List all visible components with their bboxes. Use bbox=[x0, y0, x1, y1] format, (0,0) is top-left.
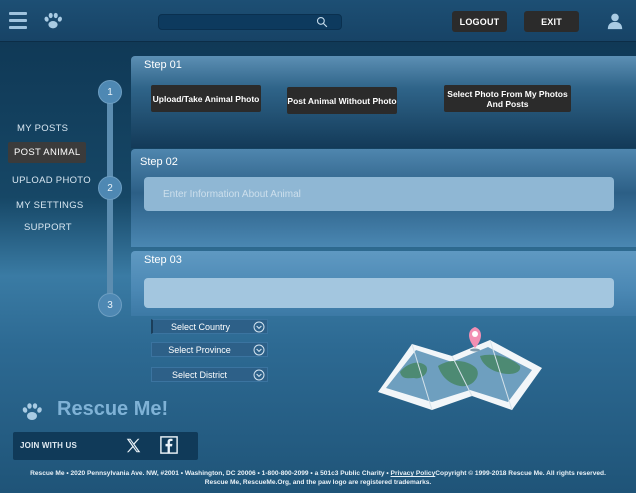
location-input[interactable] bbox=[144, 278, 614, 308]
map-illustration bbox=[378, 327, 542, 411]
privacy-policy-link[interactable]: Privacy Policy bbox=[391, 470, 436, 477]
chevron-down-icon bbox=[253, 369, 265, 381]
search-input[interactable] bbox=[165, 16, 305, 29]
step-indicator-1: 1 bbox=[98, 80, 122, 104]
user-icon[interactable] bbox=[606, 12, 624, 30]
province-select-label: Select Province bbox=[168, 344, 231, 355]
search-bar bbox=[158, 14, 342, 30]
step-02-title: Step 02 bbox=[140, 156, 178, 168]
x-twitter-icon[interactable] bbox=[125, 437, 142, 454]
search-icon[interactable] bbox=[316, 16, 328, 28]
step-indicator-3: 3 bbox=[98, 293, 122, 317]
top-bar: LOGOUT EXIT bbox=[0, 0, 636, 42]
sidebar-item-post-animal[interactable]: POST ANIMAL bbox=[8, 142, 87, 163]
country-select-label: Select Country bbox=[170, 321, 231, 332]
brand-name: Rescue Me! bbox=[57, 398, 169, 420]
exit-button[interactable]: EXIT bbox=[524, 11, 579, 32]
footer-legal: Rescue Me • 2020 Pennsylvania Ave. NW, #… bbox=[0, 469, 636, 487]
district-select[interactable]: Select District bbox=[151, 367, 268, 382]
facebook-icon[interactable] bbox=[160, 436, 178, 454]
animal-info-input[interactable] bbox=[144, 177, 614, 211]
sidebar-item-my-posts[interactable]: MY POSTS bbox=[17, 123, 68, 134]
join-with-us-box: JOIN WITH US bbox=[13, 432, 198, 460]
step-03-title: Step 03 bbox=[144, 254, 182, 266]
province-select[interactable]: Select Province bbox=[151, 342, 268, 357]
footer-copyright: Copyright © 1999-2018 Rescue Me. All rig… bbox=[435, 470, 606, 477]
footer-address: Rescue Me • 2020 Pennsylvania Ave. NW, #… bbox=[30, 470, 391, 477]
hamburger-menu-icon[interactable] bbox=[9, 12, 27, 29]
sidebar-item-my-settings[interactable]: MY SETTINGS bbox=[16, 200, 84, 211]
footer-line-1: Rescue Me • 2020 Pennsylvania Ave. NW, #… bbox=[0, 469, 636, 478]
district-select-label: Select District bbox=[171, 369, 227, 380]
logout-button[interactable]: LOGOUT bbox=[452, 11, 507, 32]
paw-icon[interactable] bbox=[42, 10, 64, 32]
select-photo-from-posts-button[interactable]: Select Photo From My Photos And Posts bbox=[444, 85, 571, 112]
sidebar-item-upload-photo[interactable]: UPLOAD PHOTO bbox=[12, 175, 91, 186]
paw-icon bbox=[22, 403, 42, 420]
post-without-photo-button[interactable]: Post Animal Without Photo bbox=[287, 87, 397, 114]
footer-line-2: Rescue Me, RescueMe.Org, and the paw log… bbox=[204, 479, 432, 486]
step-01-title: Step 01 bbox=[144, 59, 182, 71]
chevron-down-icon bbox=[253, 344, 265, 356]
join-with-us-label: JOIN WITH US bbox=[20, 441, 78, 450]
country-select[interactable]: Select Country bbox=[151, 319, 268, 334]
chevron-down-icon bbox=[253, 321, 265, 333]
step-indicator-2: 2 bbox=[98, 176, 122, 200]
sidebar-item-support[interactable]: SUPPORT bbox=[24, 222, 72, 233]
upload-take-photo-button[interactable]: Upload/Take Animal Photo bbox=[151, 85, 261, 112]
